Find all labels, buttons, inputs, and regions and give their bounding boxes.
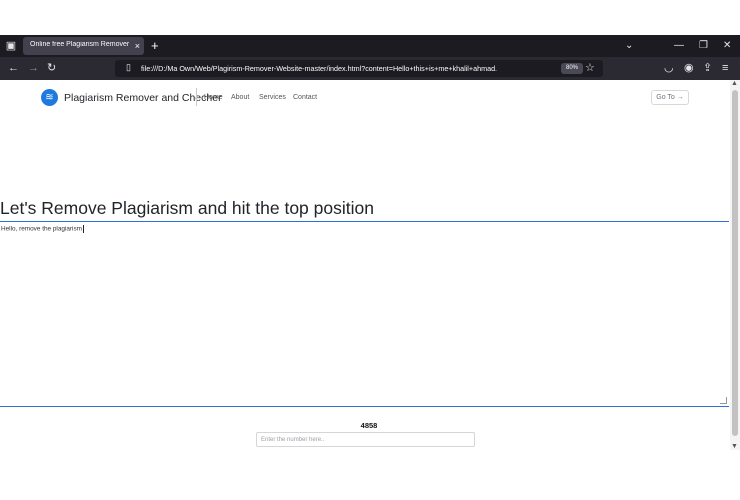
word-count: 4858	[360, 421, 378, 430]
nav-services[interactable]: Services	[259, 94, 286, 101]
tab-bar: ▣ Online free Plagiarism Remover and ...…	[0, 35, 740, 57]
forward-arrow-icon[interactable]: →	[28, 61, 39, 75]
scrollbar-thumb[interactable]	[732, 90, 738, 436]
brand-name[interactable]: Plagiarism Remover and Checher	[64, 92, 222, 104]
scroll-up-icon[interactable]: ▲	[731, 80, 738, 87]
number-input[interactable]: Enter the number here..	[256, 432, 475, 447]
textarea-content[interactable]: Hello, remove the plagiarism	[1, 225, 84, 233]
number-input-placeholder: Enter the number here..	[261, 437, 325, 443]
minimize-icon[interactable]: —	[674, 38, 684, 54]
pocket-icon[interactable]: ◡	[664, 61, 674, 75]
header-divider	[196, 88, 197, 106]
chevron-down-icon[interactable]: ⌄	[625, 38, 633, 54]
window-icon[interactable]: ▣	[4, 38, 18, 54]
zoom-badge[interactable]: 80%	[561, 63, 583, 74]
textarea-text: Hello, remove the plagiarism	[1, 225, 82, 233]
page-scrollbar[interactable]: ▲ ▼	[730, 80, 740, 450]
text-caret	[82, 225, 84, 233]
logo-icon[interactable]: ≋	[41, 89, 58, 106]
browser-tab[interactable]: Online free Plagiarism Remover and ... ×	[23, 37, 144, 55]
browser-toolbar: ← → ↻ ▯ file:///D:/Ma Own/Web/Plagirism-…	[0, 57, 740, 80]
bookmark-star-icon[interactable]: ☆	[585, 61, 595, 74]
page-icon: ▯	[126, 62, 131, 72]
content-textarea[interactable]: Hello, remove the plagiarism	[0, 221, 729, 407]
nav-about[interactable]: About	[231, 94, 249, 101]
extensions-icon[interactable]: ⇪	[703, 61, 712, 75]
nav-home[interactable]: Home	[204, 94, 223, 101]
url-text[interactable]: file:///D:/Ma Own/Web/Plagirism-Remover-…	[141, 64, 497, 73]
page-headline: Let's Remove Plagiarism and hit the top …	[0, 198, 374, 218]
scroll-down-icon[interactable]: ▼	[731, 443, 738, 450]
account-icon[interactable]: ◉	[684, 61, 694, 75]
go-to-button[interactable]: Go To →	[651, 90, 689, 105]
restore-icon[interactable]: ❐	[699, 38, 708, 54]
close-window-icon[interactable]: ✕	[723, 38, 731, 54]
nav-contact[interactable]: Contact	[293, 94, 317, 101]
new-tab-button[interactable]: +	[151, 38, 159, 54]
reload-icon[interactable]: ↻	[47, 61, 56, 75]
address-bar[interactable]: ▯ file:///D:/Ma Own/Web/Plagirism-Remove…	[115, 60, 603, 77]
tab-title: Online free Plagiarism Remover and ...	[30, 41, 130, 48]
hamburger-menu-icon[interactable]: ≡	[722, 61, 728, 75]
resize-handle-icon[interactable]	[720, 397, 727, 404]
back-arrow-icon[interactable]: ←	[8, 61, 19, 75]
tab-close-button[interactable]: ×	[135, 40, 140, 52]
